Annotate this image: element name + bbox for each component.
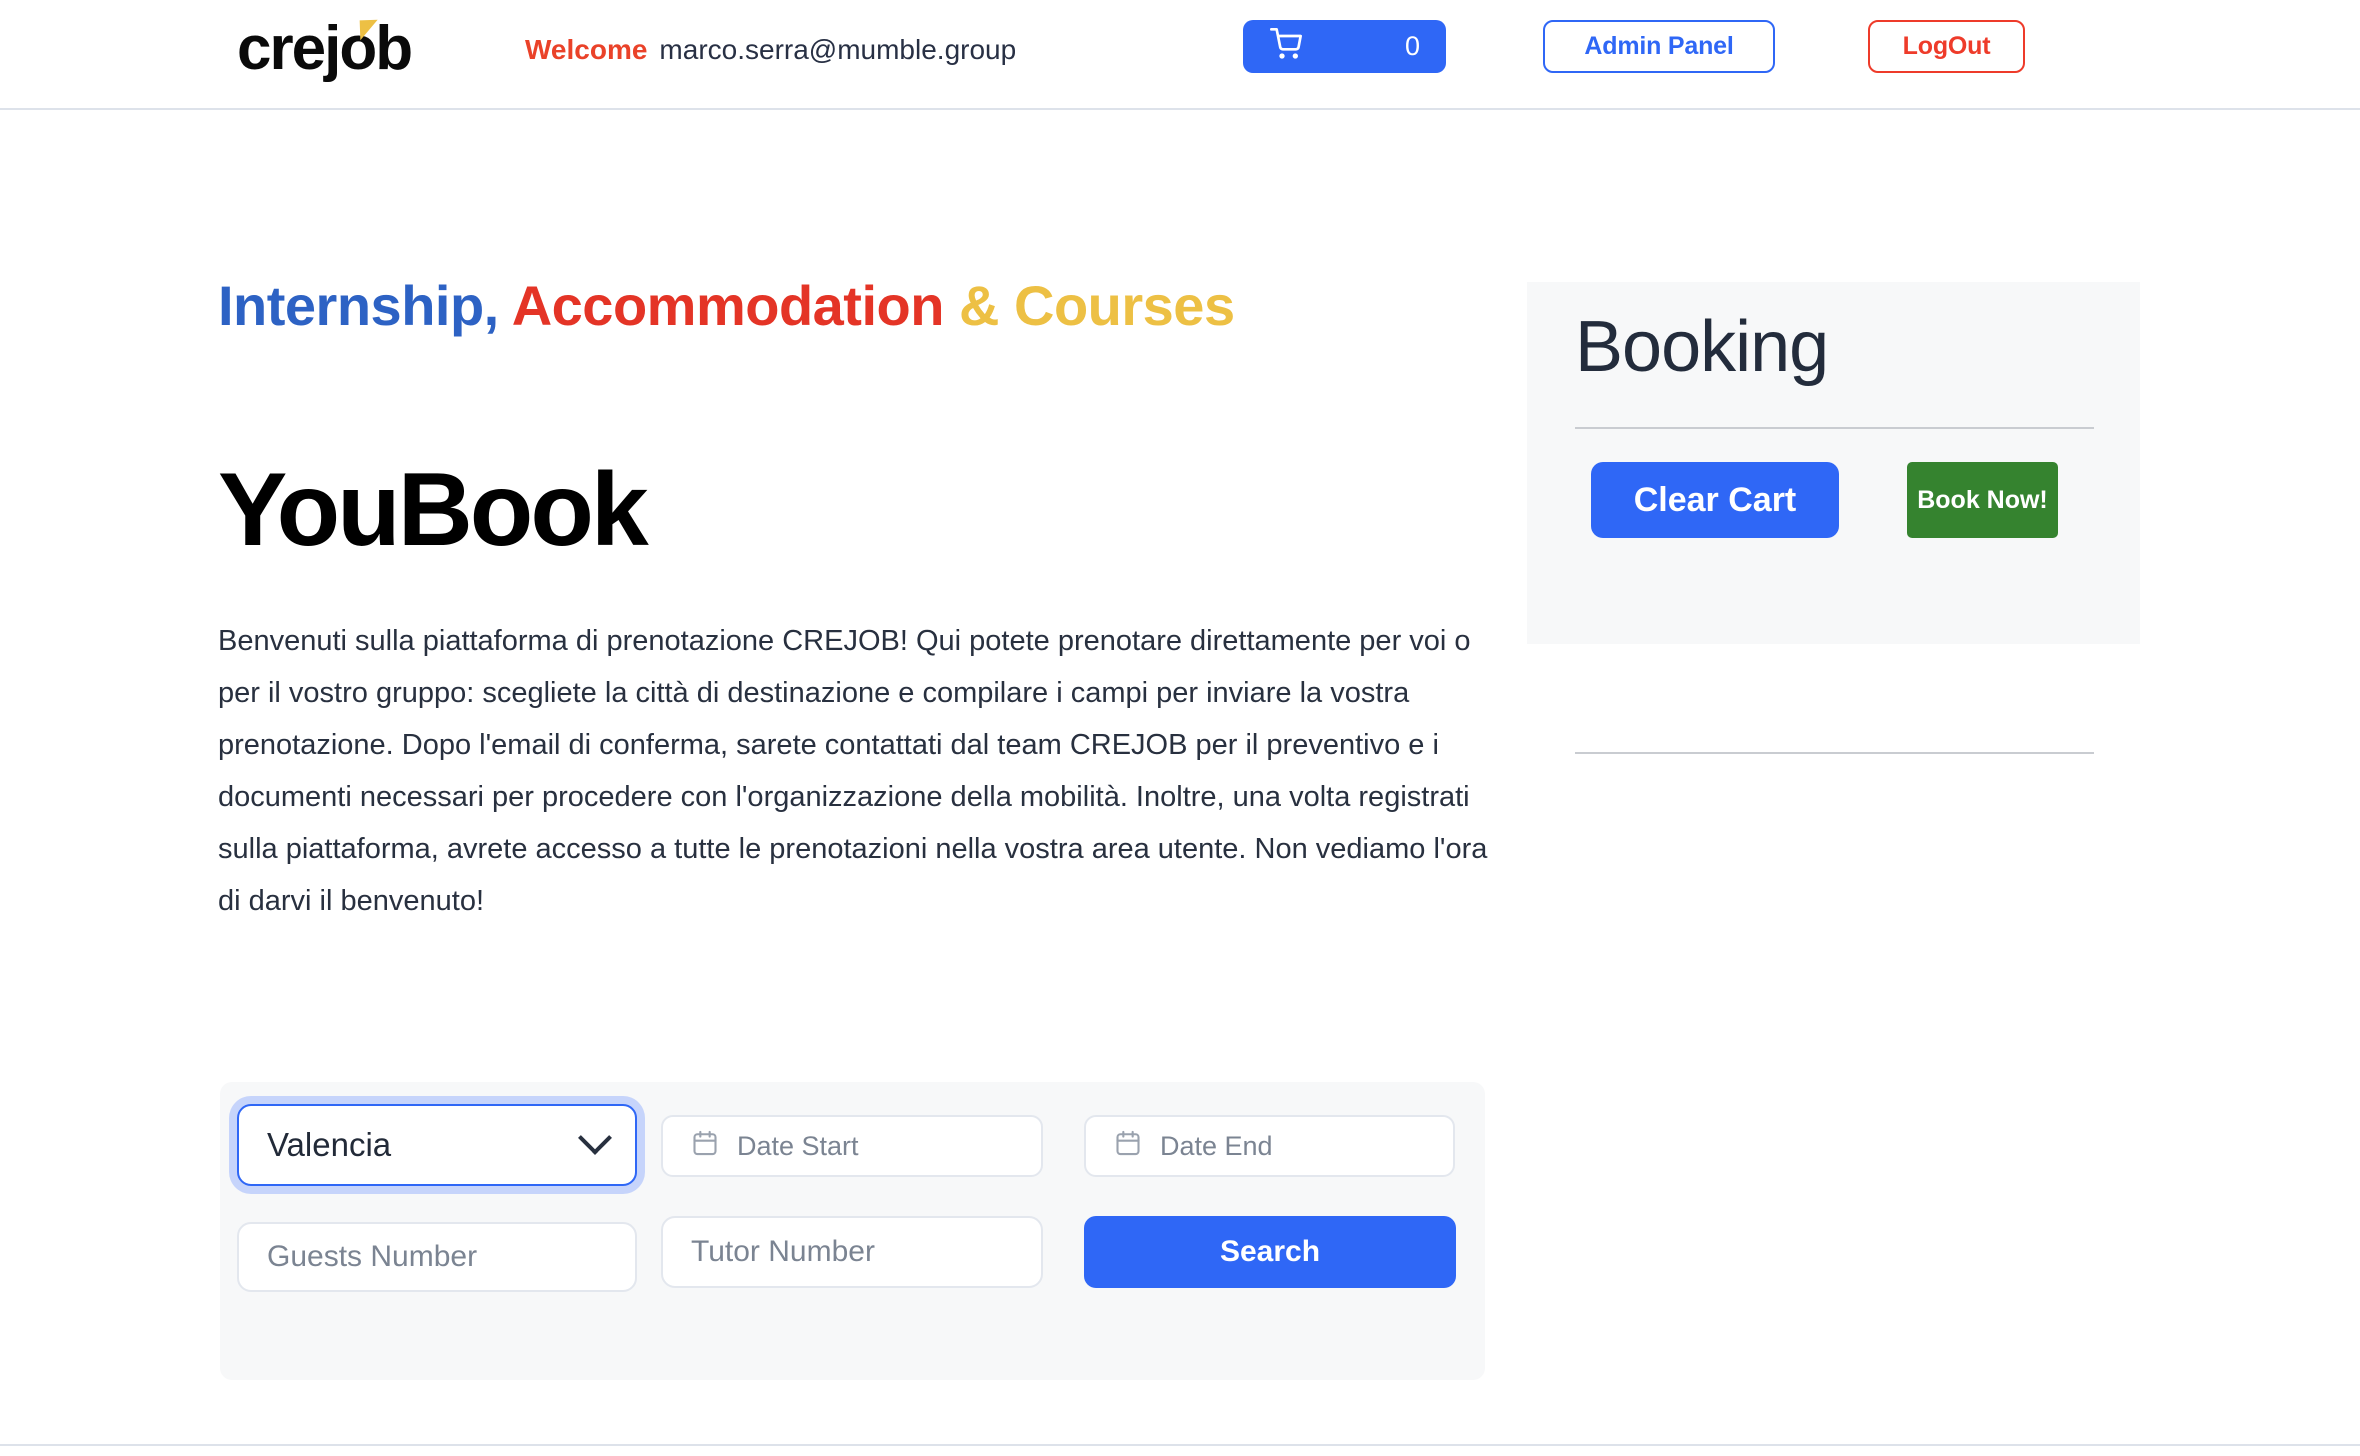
tutor-number-input[interactable]: Tutor Number bbox=[661, 1216, 1043, 1288]
guests-number-placeholder: Guests Number bbox=[267, 1240, 478, 1273]
search-button[interactable]: Search bbox=[1084, 1216, 1456, 1288]
user-email: marco.serra@mumble.group bbox=[659, 34, 1017, 65]
brand-logo-text: crejob bbox=[237, 14, 413, 83]
chevron-down-icon bbox=[578, 1120, 612, 1155]
search-form-panel: Valencia Date Start Date End Guests Numb… bbox=[220, 1082, 1485, 1380]
site-footer: © 2023 CreJob All Right Reserved | Softw… bbox=[0, 1444, 2360, 1456]
logo-accent-icon bbox=[359, 19, 379, 41]
site-header: crejob Welcome marco.serra@mumble.group 0… bbox=[0, 0, 2360, 110]
tutor-number-placeholder: Tutor Number bbox=[691, 1235, 875, 1268]
main-content: Internship, Accommodation & Courses YouB… bbox=[0, 110, 2360, 1456]
date-end-input[interactable]: Date End bbox=[1084, 1115, 1455, 1177]
hero-eyebrow-accommodation: Accommodation bbox=[511, 274, 945, 337]
date-start-placeholder: Date Start bbox=[737, 1130, 859, 1161]
book-now-button[interactable]: Book Now! bbox=[1907, 462, 2058, 538]
booking-divider-bottom bbox=[1575, 752, 2094, 754]
booking-divider-top bbox=[1575, 427, 2094, 429]
guests-number-input[interactable]: Guests Number bbox=[237, 1222, 637, 1292]
hero-eyebrow-ampersand: & bbox=[958, 274, 999, 337]
clear-cart-button[interactable]: Clear Cart bbox=[1591, 462, 1839, 538]
welcome-label: Welcome bbox=[525, 34, 648, 65]
cart-button[interactable]: 0 bbox=[1243, 20, 1446, 73]
calendar-icon bbox=[1114, 1129, 1142, 1164]
hero-eyebrow-courses: Courses bbox=[1014, 274, 1235, 337]
calendar-icon bbox=[691, 1129, 719, 1164]
cart-count: 0 bbox=[1404, 31, 1420, 61]
intro-paragraph: Benvenuti sulla piattaforma di prenotazi… bbox=[218, 625, 1488, 917]
hero-eyebrow-internship: Internship, bbox=[218, 274, 499, 337]
city-select[interactable]: Valencia bbox=[237, 1104, 637, 1186]
admin-panel-label: Admin Panel bbox=[1584, 32, 1734, 60]
shopping-cart-icon bbox=[1269, 28, 1303, 65]
logout-label: LogOut bbox=[1902, 32, 1991, 60]
brand-logo[interactable]: crejob bbox=[237, 18, 413, 80]
logout-button[interactable]: LogOut bbox=[1868, 20, 2025, 73]
city-select-value: Valencia bbox=[267, 1126, 392, 1163]
date-end-placeholder: Date End bbox=[1160, 1130, 1273, 1161]
date-start-input[interactable]: Date Start bbox=[661, 1115, 1043, 1177]
hero-eyebrow: Internship, Accommodation & Courses bbox=[218, 278, 1398, 334]
booking-title: Booking bbox=[1575, 307, 1829, 387]
welcome-message: Welcome marco.serra@mumble.group bbox=[525, 33, 1016, 67]
admin-panel-button[interactable]: Admin Panel bbox=[1543, 20, 1775, 73]
page-title: YouBook bbox=[218, 452, 649, 568]
